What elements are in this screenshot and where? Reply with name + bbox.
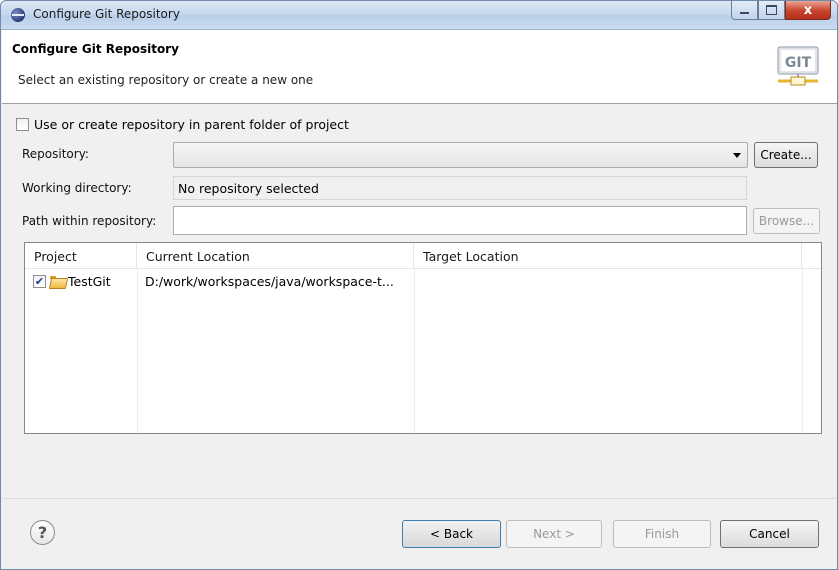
table-cell-project: ✔ TestGit: [25, 269, 137, 293]
wizard-page-title: Configure Git Repository: [12, 42, 179, 56]
path-within-repository-input[interactable]: [173, 206, 747, 235]
title-bar[interactable]: Configure Git Repository x: [1, 1, 837, 30]
column-header-current-location[interactable]: Current Location: [137, 243, 414, 269]
use-parent-folder-checkbox[interactable]: [16, 118, 29, 131]
next-button[interactable]: Next >: [506, 520, 602, 548]
column-divider: [137, 269, 138, 433]
column-divider: [802, 269, 803, 433]
button-bar-separator: [2, 498, 837, 499]
browse-button[interactable]: Browse...: [753, 208, 820, 234]
cancel-button[interactable]: Cancel: [720, 520, 819, 548]
git-logo-text: GIT: [785, 55, 812, 71]
chevron-down-icon[interactable]: [733, 153, 741, 158]
git-logo-icon: GIT: [777, 46, 819, 86]
window-controls: x: [731, 1, 831, 21]
use-parent-folder-label: Use or create repository in parent folde…: [34, 117, 349, 132]
create-button[interactable]: Create...: [754, 142, 818, 168]
help-icon[interactable]: ?: [30, 520, 55, 545]
use-parent-folder-row[interactable]: Use or create repository in parent folde…: [16, 117, 349, 132]
project-name: TestGit: [68, 273, 111, 289]
eclipse-icon: [11, 8, 25, 22]
wizard-page-description: Select an existing repository or create …: [18, 73, 314, 87]
maximize-button[interactable]: [758, 1, 785, 20]
path-within-repository-label: Path within repository:: [22, 214, 157, 228]
column-divider: [414, 269, 415, 433]
row-checkbox[interactable]: ✔: [33, 274, 46, 288]
project-table[interactable]: Project Current Location Target Location…: [24, 242, 822, 434]
column-header-target-location[interactable]: Target Location: [414, 243, 802, 269]
wizard-content: Use or create repository in parent folde…: [2, 105, 837, 465]
repository-combo[interactable]: [173, 142, 748, 168]
close-icon: x: [803, 2, 813, 18]
back-button[interactable]: < Back: [402, 520, 501, 548]
window-title: Configure Git Repository: [33, 7, 180, 21]
column-header-project[interactable]: Project: [25, 243, 137, 269]
folder-icon: [50, 275, 65, 287]
wizard-banner: Configure Git Repository Select an exist…: [2, 30, 837, 104]
repository-label: Repository:: [22, 147, 89, 161]
working-directory-field: No repository selected: [173, 176, 747, 200]
working-directory-label: Working directory:: [22, 181, 132, 195]
close-button[interactable]: x: [785, 1, 831, 20]
table-cell-target-location[interactable]: [414, 269, 802, 293]
table-header: Project Current Location Target Location: [25, 243, 821, 269]
finish-button[interactable]: Finish: [613, 520, 711, 548]
configure-git-repository-dialog: Configure Git Repository x Configure Git…: [0, 0, 838, 570]
table-row[interactable]: ✔ TestGit D:/work/workspaces/java/worksp…: [25, 269, 821, 293]
minimize-button[interactable]: [731, 1, 758, 20]
column-header-filler: [802, 243, 821, 269]
table-cell-current-location: D:/work/workspaces/java/workspace-t...: [145, 273, 394, 289]
